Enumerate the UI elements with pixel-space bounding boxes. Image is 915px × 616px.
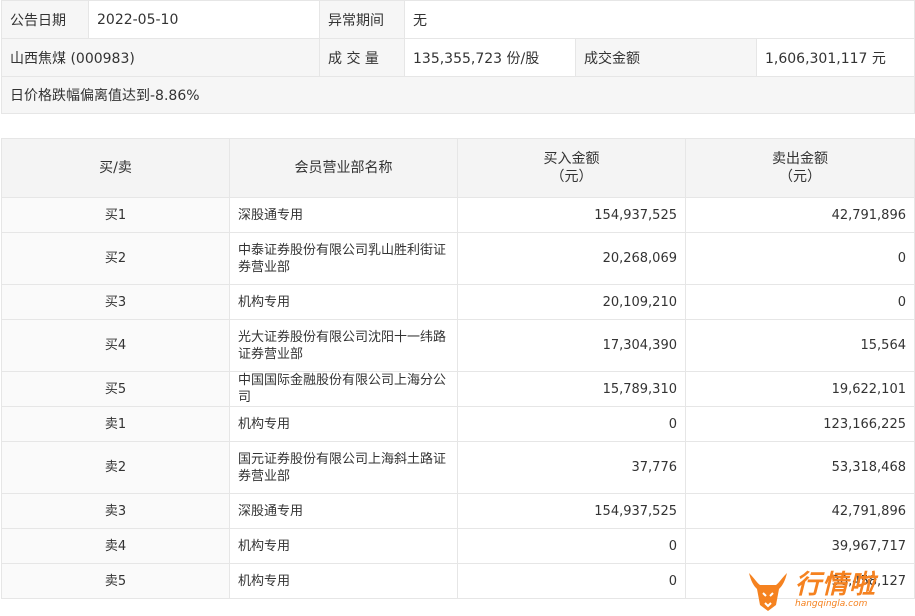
table-row: 买5 中国国际金融股份有限公司上海分公司 15,789,310 19,622,1… <box>1 371 915 407</box>
row-buy-amount: 15,789,310 <box>457 371 686 407</box>
row-buy-amount: 0 <box>457 406 686 442</box>
row-buy-amount: 0 <box>457 563 686 599</box>
watermark-url-text: hangqingla.com <box>795 599 868 609</box>
table-row: 卖4 机构专用 0 39,967,717 <box>1 528 915 564</box>
row-member-name: 中泰证券股份有限公司乳山胜利街证券营业部 <box>229 232 458 285</box>
volume-value: 135,355,723 份/股 <box>404 38 576 77</box>
row-side: 卖1 <box>1 406 230 442</box>
trading-seats-table: 买/卖 会员营业部名称 买入金额 （元） 卖出金额 （元） 买1 深股通专用 1… <box>1 138 915 599</box>
amount-label: 成交金额 <box>575 38 757 77</box>
reason-text: 日价格跌幅偏离值达到-8.86% <box>0 76 915 114</box>
stock-name: 山西焦煤 (000983) <box>1 38 320 77</box>
header-member: 会员营业部名称 <box>229 138 458 198</box>
row-member-name: 光大证券股份有限公司沈阳十一纬路证券营业部 <box>229 319 458 372</box>
header-sell-amount: 卖出金额 （元） <box>685 138 915 198</box>
row-buy-amount: 20,109,210 <box>457 284 686 320</box>
row-sell-amount: 0 <box>685 284 915 320</box>
row-side: 卖4 <box>1 528 230 564</box>
row-side: 买5 <box>1 371 230 407</box>
row-side: 买1 <box>1 197 230 233</box>
announce-date-value: 2022-05-10 <box>88 0 320 39</box>
stock-info-table: 公告日期 2022-05-10 异常期间 无 山西焦煤 (000983) 成 交… <box>0 0 915 114</box>
header-sell-line1: 卖出金额 <box>772 151 828 167</box>
row-buy-amount: 154,937,525 <box>457 197 686 233</box>
header-buy-amount: 买入金额 （元） <box>457 138 686 198</box>
row-sell-amount: 53,318,468 <box>685 441 915 494</box>
row-side: 买4 <box>1 319 230 372</box>
abnormal-period-value: 无 <box>403 0 915 39</box>
abnormal-period-label: 异常期间 <box>319 0 405 39</box>
info-row: 日价格跌幅偏离值达到-8.86% <box>0 76 915 114</box>
row-sell-amount: 42,791,896 <box>685 493 915 529</box>
row-side: 卖2 <box>1 441 230 494</box>
info-row: 公告日期 2022-05-10 异常期间 无 <box>1 0 915 39</box>
row-member-name: 中国国际金融股份有限公司上海分公司 <box>229 371 458 407</box>
row-member-name: 机构专用 <box>229 406 458 442</box>
row-member-name: 国元证券股份有限公司上海斜土路证券营业部 <box>229 441 458 494</box>
row-member-name: 深股通专用 <box>229 493 458 529</box>
table-row: 买1 深股通专用 154,937,525 42,791,896 <box>1 197 915 233</box>
row-sell-amount: 123,166,225 <box>685 406 915 442</box>
header-buy-line1: 买入金额 <box>543 151 600 167</box>
row-member-name: 深股通专用 <box>229 197 458 233</box>
amount-value: 1,606,301,117 元 <box>755 38 915 77</box>
row-buy-amount: 37,776 <box>457 441 686 494</box>
row-buy-amount: 20,268,069 <box>457 232 686 285</box>
row-sell-amount: 39,967,717 <box>685 528 915 564</box>
header-sell-line2: （元） <box>779 169 821 185</box>
row-side: 卖5 <box>1 563 230 599</box>
row-sell-amount: 19,622,101 <box>685 371 915 407</box>
announce-date-label: 公告日期 <box>1 0 89 39</box>
row-sell-amount: 0 <box>685 232 915 285</box>
table-row: 卖2 国元证券股份有限公司上海斜土路证券营业部 37,776 53,318,46… <box>1 441 915 494</box>
row-buy-amount: 17,304,390 <box>457 319 686 372</box>
header-side: 买/卖 <box>1 138 230 198</box>
row-sell-amount: 42,791,896 <box>685 197 915 233</box>
table-row: 卖1 机构专用 0 123,166,225 <box>1 406 915 442</box>
info-row: 山西焦煤 (000983) 成 交 量 135,355,723 份/股 成交金额… <box>1 38 915 77</box>
row-member-name: 机构专用 <box>229 563 458 599</box>
header-buy-line2: （元） <box>550 169 593 185</box>
row-side: 买3 <box>1 284 230 320</box>
row-member-name: 机构专用 <box>229 284 458 320</box>
row-side: 买2 <box>1 232 230 285</box>
row-buy-amount: 154,937,525 <box>457 493 686 529</box>
row-sell-amount: 30,458,127 <box>685 563 915 599</box>
table-row: 卖3 深股通专用 154,937,525 42,791,896 <box>1 493 915 529</box>
volume-label: 成 交 量 <box>319 38 405 77</box>
row-sell-amount: 15,564 <box>685 319 915 372</box>
row-member-name: 机构专用 <box>229 528 458 564</box>
table-header-row: 买/卖 会员营业部名称 买入金额 （元） 卖出金额 （元） <box>1 138 915 198</box>
table-row: 买3 机构专用 20,109,210 0 <box>1 284 915 320</box>
row-side: 卖3 <box>1 493 230 529</box>
table-row: 卖5 机构专用 0 30,458,127 <box>1 563 915 599</box>
table-row: 买2 中泰证券股份有限公司乳山胜利街证券营业部 20,268,069 0 <box>1 232 915 285</box>
table-row: 买4 光大证券股份有限公司沈阳十一纬路证券营业部 17,304,390 15,5… <box>1 319 915 372</box>
row-buy-amount: 0 <box>457 528 686 564</box>
